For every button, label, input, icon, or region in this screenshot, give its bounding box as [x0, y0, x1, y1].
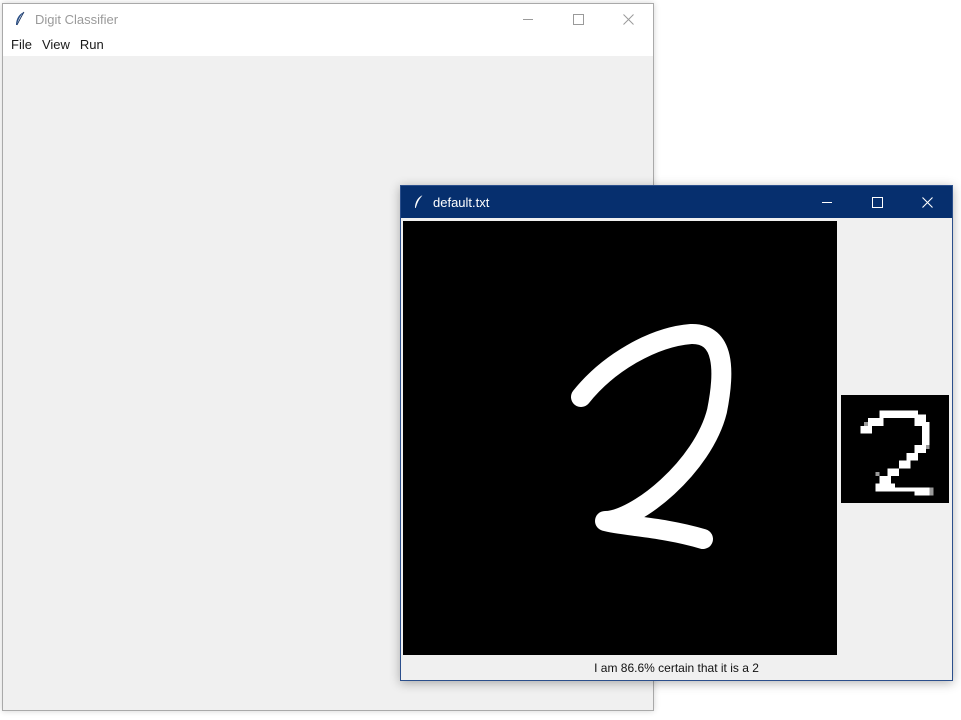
- menubar: File View Run: [3, 34, 653, 56]
- drawn-digit-2: [571, 324, 732, 549]
- close-button[interactable]: [603, 4, 653, 34]
- minimize-button[interactable]: [503, 4, 553, 34]
- maximize-icon: [871, 196, 883, 208]
- menu-file[interactable]: File: [7, 34, 38, 56]
- close-icon: [622, 13, 634, 25]
- menu-run[interactable]: Run: [76, 34, 110, 56]
- result-window-title: default.txt: [433, 194, 490, 210]
- minimize-icon: [821, 201, 832, 203]
- drawing-canvas[interactable]: [403, 221, 837, 655]
- minimize-button[interactable]: [802, 186, 852, 218]
- prediction-result: I am 86.6% certain that it is a 2: [594, 661, 759, 675]
- window-controls: [802, 186, 952, 218]
- feather-icon: [412, 194, 426, 210]
- result-titlebar[interactable]: default.txt: [401, 186, 952, 218]
- window-title: Digit Classifier: [35, 11, 119, 27]
- desktop: Digit Classifier File View Run default.t…: [0, 0, 961, 720]
- maximize-button[interactable]: [852, 186, 902, 218]
- close-icon: [921, 196, 933, 208]
- menu-view[interactable]: View: [38, 34, 76, 56]
- close-button[interactable]: [902, 186, 952, 218]
- result-window: default.txt I am 86.6% certain that it i…: [400, 185, 953, 681]
- maximize-button[interactable]: [553, 4, 603, 34]
- digit-thumbnail: [841, 395, 949, 503]
- window-controls: [503, 4, 653, 34]
- feather-icon: [13, 11, 27, 27]
- minimize-icon: [522, 18, 533, 20]
- maximize-icon: [572, 13, 584, 25]
- main-titlebar[interactable]: Digit Classifier: [3, 4, 653, 34]
